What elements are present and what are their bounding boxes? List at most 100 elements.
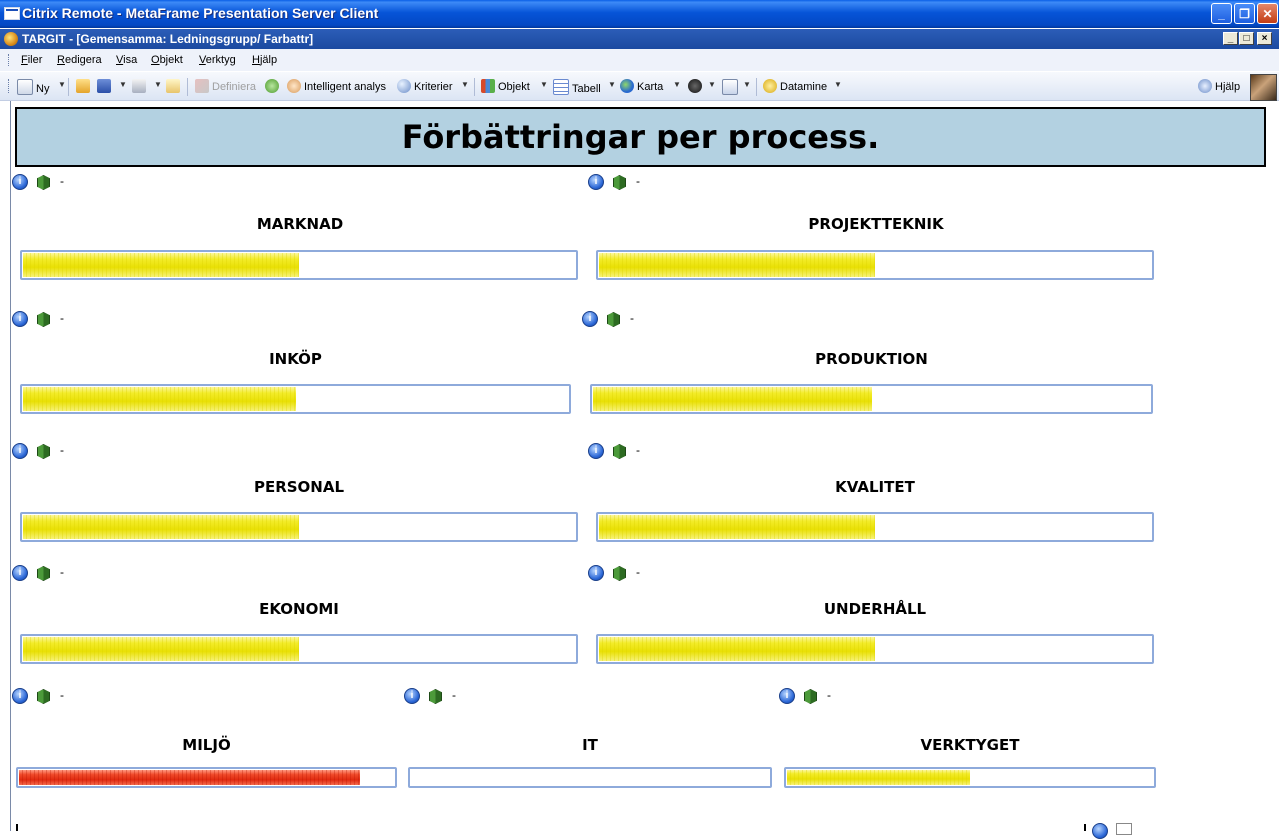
process-icons-it: i- <box>404 688 474 704</box>
process-label-ink-p: INKÖP <box>269 350 322 368</box>
info-icon[interactable] <box>1092 823 1108 839</box>
intelligent-analysis-label: Intelligent analys <box>304 81 386 93</box>
cube-icon[interactable] <box>428 689 442 703</box>
menu-redigera[interactable]: Redigera <box>57 54 102 66</box>
info-icon[interactable]: i <box>404 688 420 704</box>
process-dash: - <box>60 565 64 579</box>
object-button[interactable]: Objekt <box>481 79 530 95</box>
menu-bar: Filer Redigera Visa Objekt Verktyg Hjälp <box>0 49 1279 71</box>
info-icon[interactable]: i <box>588 174 604 190</box>
process-label-produktion: PRODUKTION <box>815 350 928 368</box>
process-icons-verktyget: i- <box>779 688 849 704</box>
cube-icon[interactable] <box>36 312 50 326</box>
analysis-face-icon <box>287 79 301 93</box>
mdi-minimize-button[interactable]: _ <box>1223 32 1238 45</box>
progress-fill-projektteknik <box>599 253 875 277</box>
new-button[interactable]: Ny <box>17 79 49 95</box>
criteria-label: Kriterier <box>414 81 453 93</box>
map-dropdown-arrow[interactable]: ▼ <box>673 80 681 89</box>
object-dropdown-arrow[interactable]: ▼ <box>540 80 548 89</box>
mdi-close-button[interactable]: × <box>1257 32 1272 45</box>
process-dash: - <box>636 565 640 579</box>
magnifier-icon <box>397 79 411 93</box>
info-icon[interactable]: i <box>12 311 28 327</box>
info-icon[interactable]: i <box>12 688 28 704</box>
map-button[interactable]: Karta <box>620 79 663 95</box>
print-button[interactable] <box>132 79 149 95</box>
cube-icon[interactable] <box>36 444 50 458</box>
progress-bar-produktion <box>590 384 1153 414</box>
refresh-icon <box>265 79 279 93</box>
report-canvas <box>10 101 1271 831</box>
datamine-button[interactable]: Datamine <box>763 79 827 95</box>
info-icon[interactable]: i <box>12 565 28 581</box>
cube-icon[interactable] <box>612 175 626 189</box>
progress-fill-kvalitet <box>599 515 875 539</box>
new-dropdown-arrow[interactable]: ▼ <box>58 80 66 89</box>
info-icon[interactable]: i <box>582 311 598 327</box>
gauge-dropdown-arrow[interactable]: ▼ <box>708 80 716 89</box>
menu-filer[interactable]: Filer <box>21 54 42 66</box>
citrix-title-bar[interactable]: Citrix Remote - MetaFrame Presentation S… <box>0 0 1279 28</box>
targit-title-bar[interactable]: TARGIT - [Gemensamma: Ledningsgrupp/ Far… <box>0 29 1279 49</box>
process-label-verktyget: VERKTYGET <box>920 736 1020 754</box>
envelope-icon <box>166 79 180 93</box>
cube-icon[interactable] <box>612 566 626 580</box>
datamine-dropdown-arrow[interactable]: ▼ <box>834 80 842 89</box>
menu-verktyg[interactable]: Verktyg <box>199 54 236 66</box>
user-avatar[interactable] <box>1250 74 1277 101</box>
menu-objekt[interactable]: Objekt <box>151 54 183 66</box>
progress-bar-verktyget <box>784 767 1156 788</box>
toolbar-grip <box>8 79 11 93</box>
info-icon[interactable]: i <box>588 565 604 581</box>
criteria-dropdown-arrow[interactable]: ▼ <box>461 80 469 89</box>
cube-icon[interactable] <box>1116 823 1132 835</box>
print-dropdown-arrow[interactable]: ▼ <box>154 80 162 89</box>
info-icon[interactable]: i <box>588 443 604 459</box>
process-icons-personal: i- <box>12 443 82 459</box>
info-icon[interactable]: i <box>779 688 795 704</box>
help-button[interactable]: Hjälp <box>1198 79 1240 95</box>
criteria-button[interactable]: Kriterier <box>397 79 453 95</box>
table-button[interactable]: Tabell <box>553 79 601 95</box>
define-button-label: Definiera <box>212 81 257 93</box>
cube-icon[interactable] <box>36 175 50 189</box>
define-button[interactable]: Definiera <box>195 79 256 95</box>
progress-bar-ekonomi <box>20 634 578 664</box>
email-button[interactable] <box>166 79 183 95</box>
refresh-button[interactable] <box>265 79 282 95</box>
citrix-window-icon <box>4 7 20 20</box>
menu-visa[interactable]: Visa <box>116 54 137 66</box>
process-icons-kvalitet: i- <box>588 443 658 459</box>
process-icons-ink-p: i- <box>12 311 82 327</box>
process-dash: - <box>452 688 456 702</box>
cube-icon[interactable] <box>36 689 50 703</box>
layout-dropdown-arrow[interactable]: ▼ <box>743 80 751 89</box>
cube-icon[interactable] <box>36 566 50 580</box>
restore-button[interactable]: ❐ <box>1234 3 1255 24</box>
cube-icon[interactable] <box>803 689 817 703</box>
menu-hjalp[interactable]: Hjälp <box>252 54 277 66</box>
minimize-button[interactable]: _ <box>1211 3 1232 24</box>
intelligent-analysis-button[interactable]: Intelligent analys <box>287 79 386 95</box>
progress-fill-ekonomi <box>23 637 299 661</box>
process-dash: - <box>60 443 64 457</box>
table-dropdown-arrow[interactable]: ▼ <box>608 80 616 89</box>
progress-bar-marknad <box>20 250 578 280</box>
targit-window-title: TARGIT - [Gemensamma: Ledningsgrupp/ Far… <box>22 32 314 46</box>
new-document-icon <box>17 79 33 95</box>
open-button[interactable] <box>76 79 93 95</box>
cube-icon[interactable] <box>612 444 626 458</box>
close-button[interactable]: ✕ <box>1257 3 1278 24</box>
info-icon[interactable]: i <box>12 174 28 190</box>
save-dropdown-arrow[interactable]: ▼ <box>119 80 127 89</box>
process-icons-milj-: i- <box>12 688 82 704</box>
mdi-restore-button[interactable]: □ <box>1239 32 1254 45</box>
layout-button[interactable] <box>722 79 741 95</box>
citrix-window-title: Citrix Remote - MetaFrame Presentation S… <box>22 5 379 21</box>
globe-icon <box>620 79 634 93</box>
save-button[interactable] <box>97 79 114 95</box>
gauge-button[interactable] <box>688 79 705 95</box>
info-icon[interactable]: i <box>12 443 28 459</box>
cube-icon[interactable] <box>606 312 620 326</box>
